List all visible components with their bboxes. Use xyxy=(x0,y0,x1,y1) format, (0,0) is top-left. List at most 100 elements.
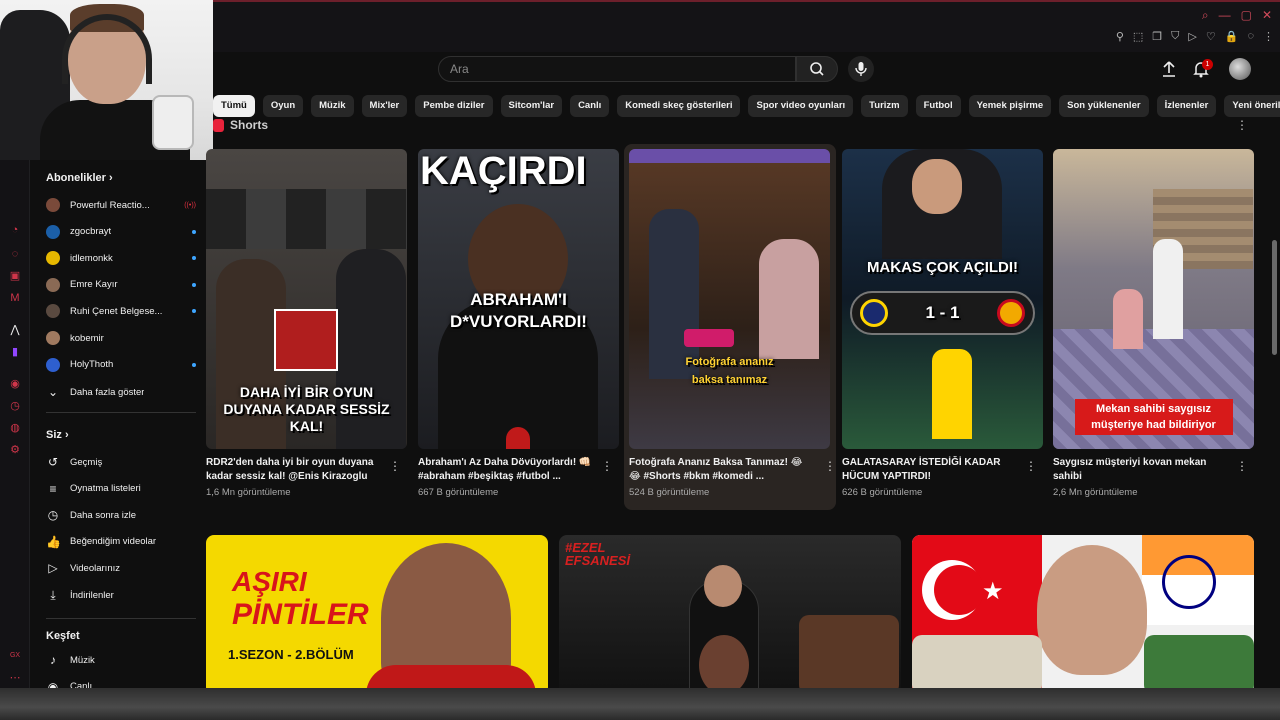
close-icon[interactable]: ✕ xyxy=(1262,8,1272,23)
speech-icon[interactable]: ◍ xyxy=(9,422,21,434)
sidebar-item[interactable]: ≡ Oynatma listeleri xyxy=(46,479,196,499)
you-title[interactable]: Siz › xyxy=(46,429,69,441)
sidebar-item[interactable]: ◷ Daha sonra izle xyxy=(46,505,196,525)
filter-chip[interactable]: Futbol xyxy=(915,95,961,117)
subscriptions-title[interactable]: Abonelikler › xyxy=(46,172,113,184)
app-icon[interactable]: ⋀ xyxy=(9,324,21,336)
short-title[interactable]: Abraham'ı Az Daha Dövüyorlardı! 👊🏻 #abra… xyxy=(418,456,598,484)
page-scrollbar[interactable] xyxy=(1272,240,1277,355)
sidebar-item[interactable]: 👍 Beğendiğim videolar xyxy=(46,532,196,552)
search-icon[interactable]: ⌕ xyxy=(1202,8,1209,23)
pink-chair xyxy=(684,329,734,347)
sidebar-subscription-item[interactable]: kobemir xyxy=(46,328,196,348)
menu-icon[interactable]: ⋮ xyxy=(1263,30,1274,43)
channel-avatar xyxy=(46,304,60,319)
play-icon[interactable]: ▷ xyxy=(1188,30,1196,43)
short-title[interactable]: Fotoğrafa Ananız Baksa Tanımaz! 😂😂 #Shor… xyxy=(629,456,809,484)
filter-chips-bar: Tümü Oyun Müzik Mix'ler Pembe diziler Sitcom'… xyxy=(213,95,1280,117)
filter-chip[interactable]: Müzik xyxy=(311,95,354,117)
channel-name: kobemir xyxy=(70,332,104,344)
filter-chip[interactable]: Oyun xyxy=(262,95,304,117)
show-more-button[interactable]: ⌄ Daha fazla göster xyxy=(46,382,196,402)
filter-chip[interactable]: Turizm xyxy=(861,95,908,117)
shorts-menu-icon[interactable]: ⋮ xyxy=(1236,118,1248,132)
webcam-overlay xyxy=(0,0,213,160)
filter-chip[interactable]: Sitcom'lar xyxy=(500,95,563,117)
profile-icon[interactable]: ◌ xyxy=(1247,30,1254,43)
short-card[interactable]: MAKAS ÇOK AÇILDI! 1 - 1 GALATASARAY İSTE… xyxy=(842,149,1043,498)
kebab-menu-icon[interactable]: ⋮ xyxy=(601,459,613,473)
channel-avatar xyxy=(46,277,60,292)
filter-chip[interactable]: İzlenenler xyxy=(1156,95,1217,117)
more-icon[interactable]: ⋯ xyxy=(9,672,21,684)
short-title[interactable]: Saygısız müşteriyi kovan mekan sahibi xyxy=(1053,456,1233,484)
food-tray-right xyxy=(1144,635,1254,695)
settings-icon[interactable]: ⚙ xyxy=(9,444,21,456)
sidebar-subscription-item[interactable]: Ruhi Çenet Belgese... xyxy=(46,301,196,321)
chat-icon[interactable]: ▣ xyxy=(9,270,21,282)
short-card[interactable]: Mekan sahibi saygısız müşteriye had bild… xyxy=(1053,149,1254,498)
screenshot-icon[interactable]: ⬚ xyxy=(1133,30,1143,43)
filter-chip[interactable]: Tümü xyxy=(213,95,255,117)
channel-avatar xyxy=(46,198,60,212)
kebab-menu-icon[interactable]: ⋮ xyxy=(824,459,836,473)
shorts-logo-icon xyxy=(213,118,224,132)
search-button[interactable] xyxy=(796,56,838,82)
kebab-menu-icon[interactable]: ⋮ xyxy=(1025,459,1037,473)
kebab-menu-icon[interactable]: ⋮ xyxy=(1236,459,1248,473)
short-thumbnail[interactable]: KAÇIRDI ABRAHAM'I D*VUYORLARDI! xyxy=(418,149,619,449)
sidebar-subscription-item[interactable]: idlemonkk xyxy=(46,248,196,268)
short-thumbnail[interactable]: Fotoğrafa ananız baksa tanımaz xyxy=(629,149,830,449)
filter-chip[interactable]: Yemek pişirme xyxy=(968,95,1052,117)
copy-icon[interactable]: ❐ xyxy=(1152,30,1162,43)
ai-icon[interactable]: ◔ xyxy=(9,224,21,236)
sidebar-item[interactable]: ⤓ İndirilenler xyxy=(46,585,196,605)
sidebar-subscription-item[interactable]: zgocbrayt xyxy=(46,222,196,242)
mail-icon[interactable]: M xyxy=(9,292,21,304)
filter-chip[interactable]: Pembe diziler xyxy=(415,95,493,117)
lock-icon[interactable]: 🔒 xyxy=(1225,30,1239,43)
short-thumbnail[interactable]: Mekan sahibi saygısız müşteriye had bild… xyxy=(1053,149,1254,449)
short-card[interactable]: KAÇIRDI ABRAHAM'I D*VUYORLARDI! Abraham'… xyxy=(418,149,619,498)
clock-icon[interactable]: ◷ xyxy=(9,400,21,412)
sidebar-subscription-item[interactable]: HolyThoth xyxy=(46,355,196,375)
sidebar-item[interactable]: ♪ Müzik xyxy=(46,650,196,670)
sidebar-item[interactable]: ▷ Videolarınız xyxy=(46,558,196,578)
filter-chip[interactable]: Spor video oyunları xyxy=(748,95,854,117)
filter-chip[interactable]: Yeni öneriler xyxy=(1224,95,1280,117)
sidebar-subscription-item[interactable]: Emre Kayır xyxy=(46,275,196,295)
short-title[interactable]: GALATASARAY İSTEDİĞİ KADAR HÜCUM YAPTIRD… xyxy=(842,456,1022,484)
new-content-dot xyxy=(192,282,196,287)
voice-search-button[interactable] xyxy=(848,56,874,82)
search-input[interactable]: Ara xyxy=(438,56,796,82)
maximize-icon[interactable]: ▢ xyxy=(1241,8,1252,23)
kebab-menu-icon[interactable]: ⋮ xyxy=(389,459,401,473)
filter-chip[interactable]: Son yüklenenler xyxy=(1059,95,1149,117)
video-thumbnail[interactable]: ★ xyxy=(912,535,1254,695)
pin-icon[interactable]: ⚲ xyxy=(1116,30,1124,43)
sidebar-item-label: Geçmiş xyxy=(70,456,103,468)
account-avatar[interactable] xyxy=(1229,58,1251,80)
shield-icon[interactable]: ⛉ xyxy=(1171,30,1179,43)
sidebar-subscription-item[interactable]: Powerful Reactio... ((•)) xyxy=(46,195,196,215)
player-icon[interactable]: ◉ xyxy=(9,378,21,390)
browser-accent-line xyxy=(213,0,1280,2)
short-title[interactable]: RDR2'den daha iyi bir oyun duyana kadar … xyxy=(206,456,386,484)
short-thumbnail[interactable]: DAHA İYİ BİR OYUN DUYANA KADAR SESSİZ KA… xyxy=(206,149,407,449)
short-card-hovered[interactable]: Fotoğrafa ananız baksa tanımaz Fotoğrafa… xyxy=(624,144,836,510)
filter-chip[interactable]: Mix'ler xyxy=(361,95,408,117)
video-thumbnail[interactable]: AŞIRI PİNTİLER 1.SEZON - 2.BÖLÜM xyxy=(206,535,548,695)
filter-chip[interactable]: Canlı xyxy=(570,95,610,117)
minimize-icon[interactable]: — xyxy=(1219,8,1231,23)
twitch-icon[interactable]: ▮ xyxy=(9,346,21,358)
upload-icon[interactable] xyxy=(1158,58,1180,80)
short-thumbnail[interactable]: MAKAS ÇOK AÇILDI! 1 - 1 xyxy=(842,149,1043,449)
messenger-icon[interactable]: ◌ xyxy=(9,248,21,260)
filter-chip[interactable]: Komedi skeç gösterileri xyxy=(617,95,741,117)
gx-icon[interactable]: GX xyxy=(9,650,21,662)
monitor-bezel xyxy=(0,688,1280,720)
video-thumbnail[interactable]: #EZEL EFSANESİ xyxy=(559,535,901,695)
heart-icon[interactable]: ♡ xyxy=(1206,30,1216,43)
short-card[interactable]: DAHA İYİ BİR OYUN DUYANA KADAR SESSİZ KA… xyxy=(206,149,407,498)
sidebar-item[interactable]: ↺ Geçmiş xyxy=(46,452,196,472)
